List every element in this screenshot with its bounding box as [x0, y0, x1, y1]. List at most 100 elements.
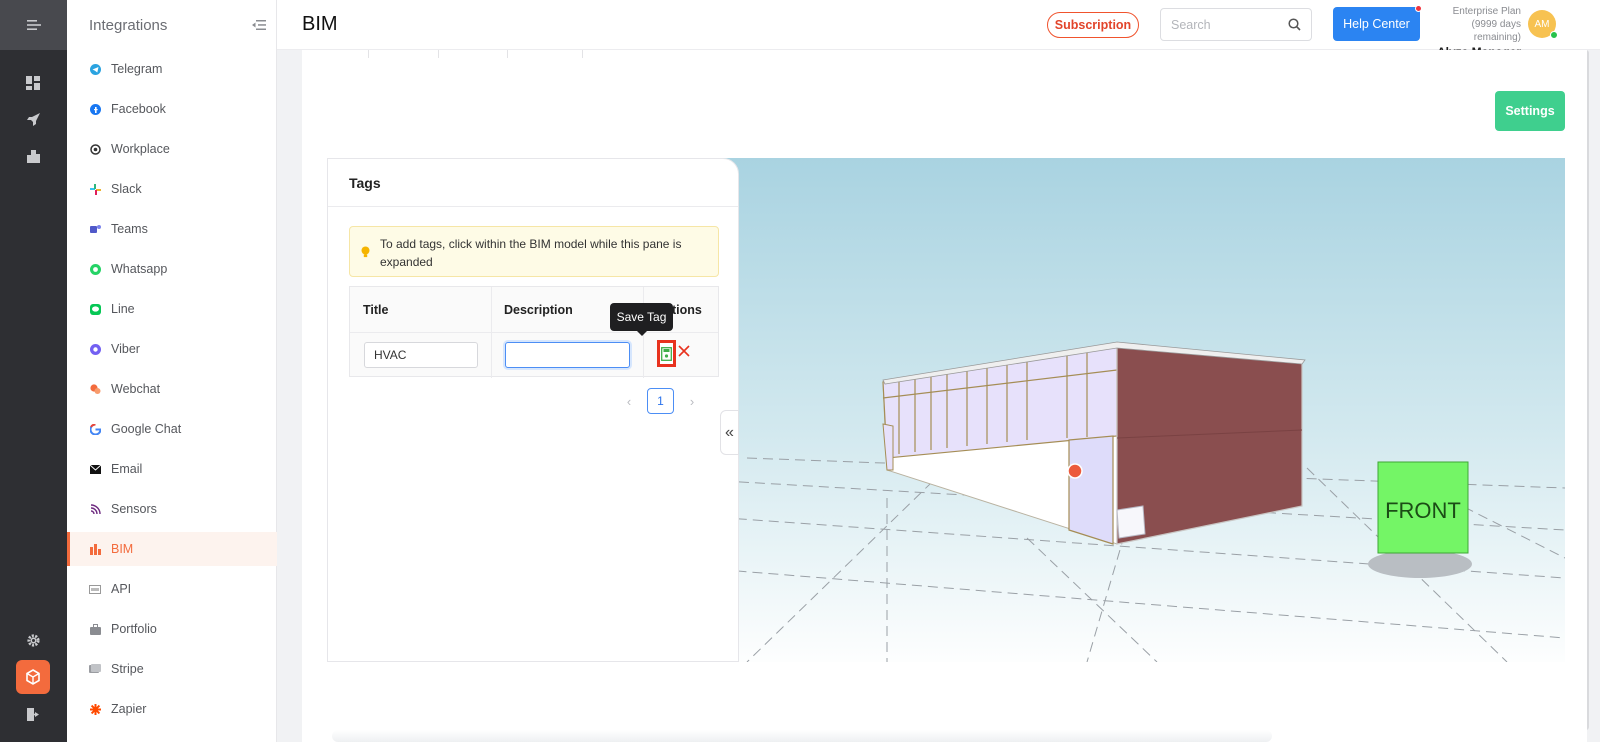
sidebar-item-label: Zapier	[111, 702, 147, 716]
online-status-dot	[1550, 31, 1558, 39]
collapse-sidebar-icon[interactable]	[252, 19, 266, 31]
line-icon	[89, 303, 101, 315]
sidebar-item-label: Workplace	[111, 142, 170, 156]
tag-marker[interactable]	[1067, 463, 1083, 479]
sidebar-item-label: Facebook	[111, 102, 166, 116]
whatsapp-icon	[89, 263, 101, 275]
sidebar-item-label: BIM	[111, 542, 134, 556]
sidebar-item-label: Slack	[111, 182, 142, 196]
sidebar-item-viber[interactable]: Viber	[67, 332, 277, 366]
sidebar-item-portfolio[interactable]: Portfolio	[67, 612, 277, 646]
portfolio-icon	[89, 623, 101, 635]
telegram-icon	[89, 63, 101, 75]
plan-name: Enterprise Plan	[1452, 6, 1521, 17]
save-tag-tooltip: Save Tag	[610, 303, 673, 336]
sidebar-item-label: Whatsapp	[111, 262, 168, 276]
bim-icon	[89, 543, 101, 555]
sidebar-item-google-chat[interactable]: Google Chat	[67, 412, 277, 446]
help-center-label: Help Center	[1343, 17, 1410, 31]
sidebar-item-sensors[interactable]: Sensors	[67, 492, 277, 526]
buildings-nav-button[interactable]	[16, 139, 50, 173]
sidebar-item-telegram[interactable]: Telegram	[67, 52, 277, 86]
page-number-button[interactable]: 1	[647, 388, 674, 414]
prev-page-icon[interactable]: ‹	[623, 394, 635, 409]
save-tag-button[interactable]	[657, 340, 676, 367]
sidebar-item-label: Sensors	[111, 502, 157, 516]
subscription-button[interactable]: Subscription	[1047, 12, 1139, 38]
sidebar-item-line[interactable]: Line	[67, 292, 277, 326]
sidebar-item-label: Stripe	[111, 662, 144, 676]
tab-strip-remnant	[302, 50, 602, 58]
slack-icon	[89, 183, 101, 195]
tags-info-text: To add tags, click within the BIM model …	[380, 237, 682, 269]
sidebar-item-zapier[interactable]: Zapier	[67, 692, 277, 726]
notification-dot	[1415, 5, 1422, 12]
launch-nav-button[interactable]	[16, 102, 50, 136]
facebook-icon	[89, 103, 101, 115]
sidebar-item-label: Teams	[111, 222, 148, 236]
view-cube-label: FRONT	[1385, 498, 1461, 523]
dashboard-icon	[26, 76, 40, 90]
tags-panel: Tags To add tags, click within the BIM m…	[327, 158, 739, 662]
settings-button[interactable]: Settings	[1495, 91, 1565, 131]
sidebar-item-api[interactable]: API	[67, 572, 277, 606]
tags-panel-title: Tags	[349, 175, 381, 191]
sidebar-item-label: Webchat	[111, 382, 161, 396]
sidebar-item-stripe[interactable]: Stripe	[67, 652, 277, 686]
integrations-nav-button[interactable]	[16, 660, 50, 694]
viber-icon	[89, 343, 101, 355]
save-icon	[661, 346, 672, 361]
integrations-sidebar: Integrations Telegram Facebook Workplace…	[67, 0, 277, 742]
tags-table: Title Description Actions	[349, 286, 719, 378]
zapier-icon	[89, 703, 101, 715]
avatar[interactable]: AM	[1528, 10, 1558, 39]
lightbulb-icon	[361, 245, 370, 263]
sidebar-item-webchat[interactable]: Webchat	[67, 372, 277, 406]
sidebar-item-email[interactable]: Email	[67, 452, 277, 486]
top-header: BIM Subscription Help Center Enterprise …	[277, 0, 1600, 730]
app-rail	[0, 0, 67, 742]
help-center-button[interactable]: Help Center	[1333, 5, 1422, 41]
sidebar-item-teams[interactable]: Teams	[67, 212, 277, 246]
sidebar-item-workplace[interactable]: Workplace	[67, 132, 277, 166]
page-title: BIM	[302, 13, 338, 35]
sidebar-item-facebook[interactable]: Facebook	[67, 92, 277, 126]
rocket-icon	[26, 112, 40, 126]
search-icon[interactable]	[1288, 18, 1301, 31]
sidebar-item-label: Google Chat	[111, 422, 182, 436]
webchat-icon	[89, 383, 101, 395]
plan-remaining: (9999 days remaining)	[1471, 19, 1521, 43]
rail-menu-toggle[interactable]	[0, 0, 67, 50]
sidebar-item-label: Viber	[111, 342, 140, 356]
email-icon	[89, 463, 101, 475]
footer-shadow	[332, 730, 1272, 742]
logout-nav-button[interactable]	[16, 697, 50, 731]
cancel-tag-icon[interactable]	[676, 343, 692, 359]
collapse-tags-panel-button[interactable]: «	[720, 410, 739, 455]
tag-title-input[interactable]	[364, 342, 478, 368]
settings-nav-button[interactable]	[16, 623, 50, 657]
search-box[interactable]	[1160, 8, 1312, 41]
teams-icon	[89, 223, 101, 235]
tag-description-input[interactable]	[505, 342, 630, 368]
pagination: ‹ 1 ›	[623, 388, 698, 414]
search-input[interactable]	[1171, 17, 1281, 32]
sidebar-item-label: API	[111, 582, 132, 596]
menu-expand-icon	[26, 20, 41, 30]
stripe-icon	[89, 663, 101, 675]
column-header-description: Description	[504, 302, 573, 317]
sidebar-item-bim[interactable]: BIM	[67, 532, 277, 566]
sidebar-item-label: Email	[111, 462, 143, 476]
column-header-title: Title	[363, 302, 389, 317]
sidebar-item-label: Telegram	[111, 62, 163, 76]
sidebar-item-label: Portfolio	[111, 622, 157, 636]
tooltip-text: Save Tag	[616, 310, 667, 324]
sidebar-item-whatsapp[interactable]: Whatsapp	[67, 252, 277, 286]
dashboard-nav-button[interactable]	[16, 66, 50, 100]
google-chat-icon	[89, 423, 101, 435]
workplace-icon	[89, 143, 101, 155]
next-page-icon[interactable]: ›	[686, 394, 698, 409]
sidebar-item-slack[interactable]: Slack	[67, 172, 277, 206]
gear-icon	[26, 633, 40, 647]
api-icon	[89, 583, 101, 595]
